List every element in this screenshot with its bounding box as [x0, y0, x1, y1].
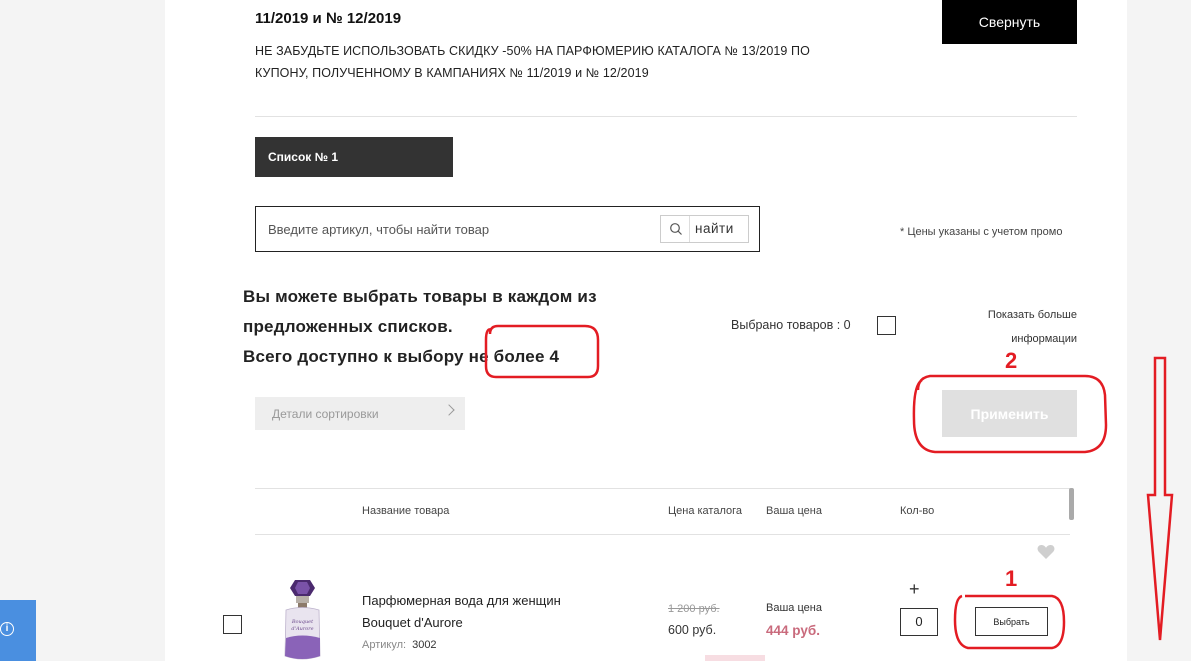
product-image: Bouquet d'Aurore	[284, 580, 321, 660]
selection-info-prefix: Всего доступно к выбору	[243, 347, 464, 366]
table-top-border	[255, 488, 1070, 489]
heart-icon[interactable]	[1037, 544, 1055, 560]
search-button[interactable]: найти	[660, 215, 749, 243]
selection-limit: не более 4	[463, 347, 560, 366]
search-button-label: найти	[695, 221, 734, 236]
selected-count: Выбрано товаров : 0	[731, 318, 851, 332]
selection-info-line1: Вы можете выбрать товары в каждом из	[243, 287, 597, 306]
sort-details-label: Детали сортировки	[272, 406, 379, 421]
column-header-catalog-price: Цена каталога	[668, 505, 743, 517]
column-header-your-price: Ваша цена	[766, 505, 822, 517]
search-box: найти	[255, 206, 760, 252]
column-header-qty: Кол-во	[900, 505, 935, 517]
annotation-number-1: 1	[1005, 566, 1018, 591]
product-image-text-2: d'Aurore	[291, 626, 313, 632]
show-more-info-line1: Показать больше	[987, 309, 1077, 321]
your-price-label: Ваша цена	[766, 602, 822, 614]
info-icon: i	[0, 622, 14, 636]
main-panel: 11/2019 и № 12/2019 НЕ ЗАБУДЬТЕ ИСПОЛЬЗО…	[165, 0, 1127, 661]
promo-text: НЕ ЗАБУДЬТЕ ИСПОЛЬЗОВАТЬ СКИДКУ -50% НА …	[255, 44, 810, 80]
search-input[interactable]	[257, 208, 652, 250]
selection-info-line2: предложенных списков.	[243, 317, 453, 336]
sku-label: Артикул:	[362, 639, 407, 651]
annotation-scroll-arrow	[1146, 356, 1174, 641]
qty-plus-button[interactable]: +	[909, 579, 920, 600]
product-name[interactable]: Парфюмерная вода для женщин Bouquet d'Au…	[362, 590, 561, 634]
search-button-divider	[689, 216, 690, 242]
old-price: 1 200 руб.	[668, 603, 720, 615]
chevron-right-icon	[443, 404, 455, 416]
column-header-name: Название товара	[362, 505, 450, 517]
product-name-line2: Bouquet d'Aurore	[362, 615, 463, 630]
promo-title: 11/2019 и № 12/2019	[255, 10, 402, 27]
your-price: 444 руб.	[766, 623, 820, 638]
apply-button[interactable]: Применить	[942, 390, 1077, 437]
qty-field[interactable]: 0	[900, 608, 938, 636]
promo-strip	[705, 655, 765, 661]
choose-button[interactable]: Выбрать	[975, 607, 1048, 636]
catalog-price: 600 руб.	[668, 623, 717, 637]
product-image-text-1: Bouquet	[291, 619, 314, 625]
scrollbar[interactable]	[1069, 488, 1074, 520]
product-name-line1: Парфюмерная вода для женщин	[362, 593, 561, 608]
row-checkbox[interactable]	[223, 615, 242, 634]
info-chat-button[interactable]: i	[0, 600, 36, 661]
sku-value: 3002	[412, 639, 437, 651]
price-note: * Цены указаны с учетом промо	[900, 226, 1063, 238]
show-more-info-line2: информации	[1011, 333, 1077, 345]
search-icon	[670, 223, 682, 235]
divider	[255, 116, 1077, 117]
show-more-info-link[interactable]: Показать больше информации	[970, 303, 1077, 351]
product-sku: Артикул: 3002	[362, 639, 437, 651]
selection-info: Вы можете выбрать товары в каждом из пре…	[243, 282, 597, 372]
sort-details-button[interactable]: Детали сортировки	[255, 397, 465, 430]
tab-list-1[interactable]: Список № 1	[255, 137, 453, 177]
selected-checkbox[interactable]	[877, 316, 896, 335]
annotation-number-2: 2	[1005, 348, 1018, 373]
collapse-button[interactable]: Свернуть	[942, 0, 1077, 44]
table-header-border	[255, 534, 1070, 535]
selection-info-line3: Всего доступно к выбору не более 4	[243, 342, 597, 372]
